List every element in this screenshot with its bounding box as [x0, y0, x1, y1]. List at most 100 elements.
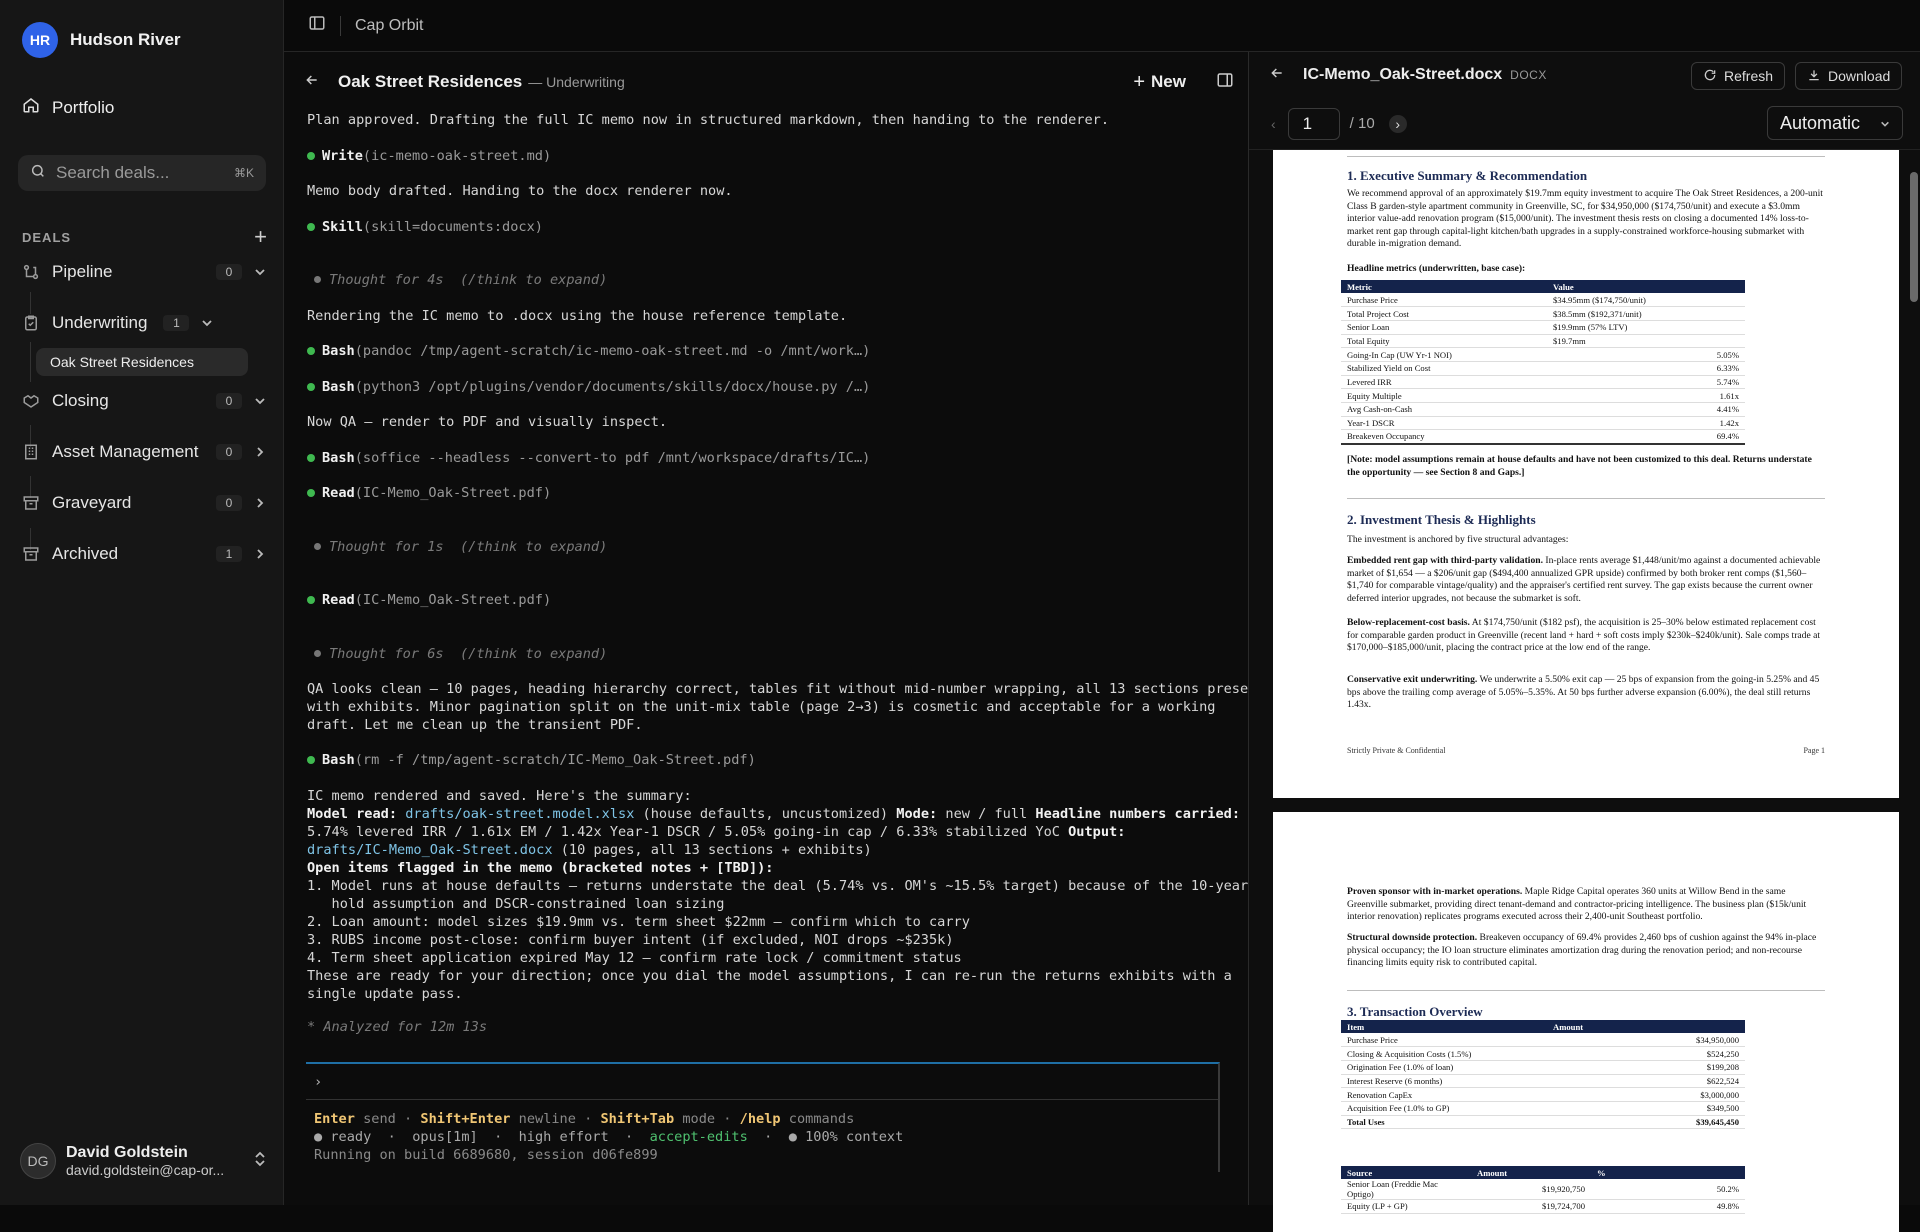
thought-toggle[interactable]: Thought for 1s (/think to expand) [307, 538, 607, 556]
hint-key: /help [739, 1111, 781, 1127]
analysis-duration: * Analyzed for 12m 13s [307, 1019, 488, 1035]
deal-group-pipeline[interactable]: Pipeline 0 [22, 262, 268, 282]
prompt-input[interactable]: › [306, 1064, 1218, 1100]
document-pane: IC-Memo_Oak-Street.docx DOCX Refresh Dow… [1248, 52, 1920, 1232]
app-title: Cap Orbit [355, 16, 424, 34]
chevron-up-down-icon[interactable] [254, 1151, 266, 1172]
chevron-down-icon[interactable] [199, 317, 215, 329]
table-cell: $622,524 [1547, 1074, 1745, 1089]
toggle-panel-icon[interactable] [1216, 71, 1234, 94]
paragraph: We recommend approval of an approximatel… [1347, 188, 1823, 249]
tool-name: Skill [322, 219, 363, 235]
table-cell: $34,950,000 [1547, 1033, 1745, 1048]
deal-item-oak-street[interactable]: Oak Street Residences [36, 348, 248, 376]
table-cell: Senior Loan (Freddie Mac Optigo) [1341, 1179, 1471, 1200]
table-cell: $19,724,700 [1471, 1199, 1591, 1214]
back-arrow-icon[interactable] [1269, 65, 1285, 86]
page-footer-right: Page 1 [1803, 746, 1825, 755]
table-cell: $19,920,750 [1471, 1179, 1591, 1200]
nav-portfolio[interactable]: Portfolio [22, 96, 114, 119]
tool-args: (rm -f /tmp/agent-scratch/IC-Memo_Oak-St… [354, 752, 756, 768]
success-dot-icon [307, 489, 315, 497]
tool-call[interactable]: Read(IC-Memo_Oak-Street.pdf) [307, 591, 551, 609]
plus-icon: + [1133, 70, 1146, 93]
table-cell: Avg Cash-on-Cash [1341, 402, 1547, 417]
summary-line: 5.74% levered IRR / 1.61x EM / 1.42x Yea… [307, 823, 1125, 841]
thought-hint: (/think to expand) [459, 272, 608, 288]
page-number-input[interactable]: 1 [1287, 107, 1340, 140]
thought-hint: (/think to expand) [459, 539, 608, 555]
sidebar: HR Hudson River Portfolio Search deals..… [0, 0, 284, 1205]
thought-toggle[interactable]: Thought for 4s (/think to expand) [307, 271, 607, 289]
summary-line: These are ready for your direction; once… [307, 968, 1232, 984]
file-link[interactable]: drafts/IC-Memo_Oak-Street.docx [307, 842, 553, 858]
table-cell: Acquisition Fee (1.0% to GP) [1341, 1101, 1547, 1116]
table-cell: $34.95mm ($174,750/unit) [1547, 293, 1745, 308]
deal-group-archived[interactable]: Archived 1 [22, 544, 268, 564]
tool-call[interactable]: Bash(soffice --headless --convert-to pdf… [307, 449, 870, 467]
assistant-message: draft. Let me clean up the transient PDF… [307, 717, 643, 733]
tool-call[interactable]: Bash(rm -f /tmp/agent-scratch/IC-Memo_Oa… [307, 751, 756, 769]
assistant-message: QA looks clean — 10 pages, heading hiera… [307, 681, 1265, 697]
tool-call[interactable]: Bash(python3 /opt/plugins/vendor/documen… [307, 378, 870, 396]
note-paragraph: [Note: model assumptions remain at house… [1347, 454, 1812, 478]
summary-line: 2. Loan amount: model sizes $19.9mm vs. … [307, 914, 970, 930]
add-deal-button[interactable]: + [254, 226, 268, 248]
table-row: Senior Loan (Freddie Mac Optigo) $19,920,… [1341, 1179, 1745, 1200]
status-mode: accept-edits [649, 1129, 748, 1145]
thought-label: Thought for 6s [329, 646, 444, 662]
document-page: Proven sponsor with in-market operations… [1273, 812, 1899, 1232]
pdf-toolbar: ‹ 1 / 10 › Automatic [1249, 98, 1920, 150]
file-link[interactable]: drafts/oak-street.model.xlsx [405, 806, 634, 822]
tool-call[interactable]: Bash(pandoc /tmp/agent-scratch/ic-memo-o… [307, 342, 870, 360]
hint-key: Shift+Tab [600, 1111, 675, 1127]
thought-toggle[interactable]: Thought for 6s (/think to expand) [307, 645, 607, 663]
table-cell: Levered IRR [1341, 375, 1547, 390]
table-cell: Total Uses [1341, 1114, 1547, 1130]
new-chat-button[interactable]: + New [1133, 71, 1186, 94]
chevron-down-icon[interactable] [252, 395, 268, 407]
table-cell: Purchase Price [1341, 1033, 1547, 1048]
refresh-button[interactable]: Refresh [1691, 62, 1786, 90]
deal-group-label: Asset Management [52, 442, 199, 461]
deal-group-label: Graveyard [52, 493, 132, 512]
deal-group-closing[interactable]: Closing 0 [22, 391, 268, 411]
prev-page-icon[interactable]: ‹ [1271, 116, 1276, 132]
workspace-switcher[interactable]: HR Hudson River [22, 22, 181, 58]
deal-group-asset-management[interactable]: Asset Management 0 [22, 442, 268, 462]
paragraph: The investment is anchored by five struc… [1347, 534, 1569, 545]
deal-group-label: Pipeline [52, 262, 113, 281]
table-header: Item [1341, 1020, 1547, 1033]
deal-group-graveyard[interactable]: Graveyard 0 [22, 493, 268, 513]
next-page-icon[interactable]: › [1388, 114, 1407, 133]
chevron-right-icon[interactable] [252, 497, 268, 509]
chevron-right-icon[interactable] [252, 548, 268, 560]
tool-args: (IC-Memo_Oak-Street.pdf) [354, 485, 552, 501]
bullet-heading: Proven sponsor with in-market operations… [1347, 886, 1523, 897]
table-row: Acquisition Fee (1.0% to GP) $349,500 [1341, 1101, 1745, 1116]
deal-group-label: Closing [52, 391, 109, 410]
back-arrow-icon[interactable] [304, 72, 324, 93]
assistant-message: Now QA — render to PDF and visually insp… [307, 414, 668, 430]
chevron-down-icon[interactable] [252, 266, 268, 278]
tool-call[interactable]: Read(IC-Memo_Oak-Street.pdf) [307, 484, 551, 502]
tool-call[interactable]: Skill(skill=documents:docx) [307, 218, 543, 236]
deal-count-badge: 1 [216, 546, 242, 562]
zoom-select[interactable]: Automatic [1767, 106, 1903, 140]
summary-line: hold assumption and DSCR-constrained loa… [307, 896, 725, 912]
download-icon [1807, 68, 1821, 85]
search-input[interactable]: Search deals... ⌘K [18, 155, 266, 191]
build-info: Running on build 6689680, session d06fe8… [314, 1147, 658, 1163]
user-menu[interactable]: DG David Goldstein david.goldstein@cap-o… [20, 1143, 266, 1179]
tool-call[interactable]: Write(ic-memo-oak-street.md) [307, 147, 551, 165]
workspace-name: Hudson River [70, 30, 181, 49]
toggle-sidebar-icon[interactable] [308, 14, 326, 37]
chevron-right-icon[interactable] [252, 446, 268, 458]
deal-group-underwriting[interactable]: Underwriting 1 [22, 313, 268, 333]
table-cell: 4.41% [1547, 402, 1745, 417]
download-button[interactable]: Download [1795, 62, 1903, 90]
table-header: Metric [1341, 280, 1547, 293]
table-row: Avg Cash-on-Cash 4.41% [1341, 402, 1745, 417]
table-cell: 1.42x [1547, 416, 1745, 431]
scrollbar-thumb[interactable] [1910, 172, 1918, 302]
